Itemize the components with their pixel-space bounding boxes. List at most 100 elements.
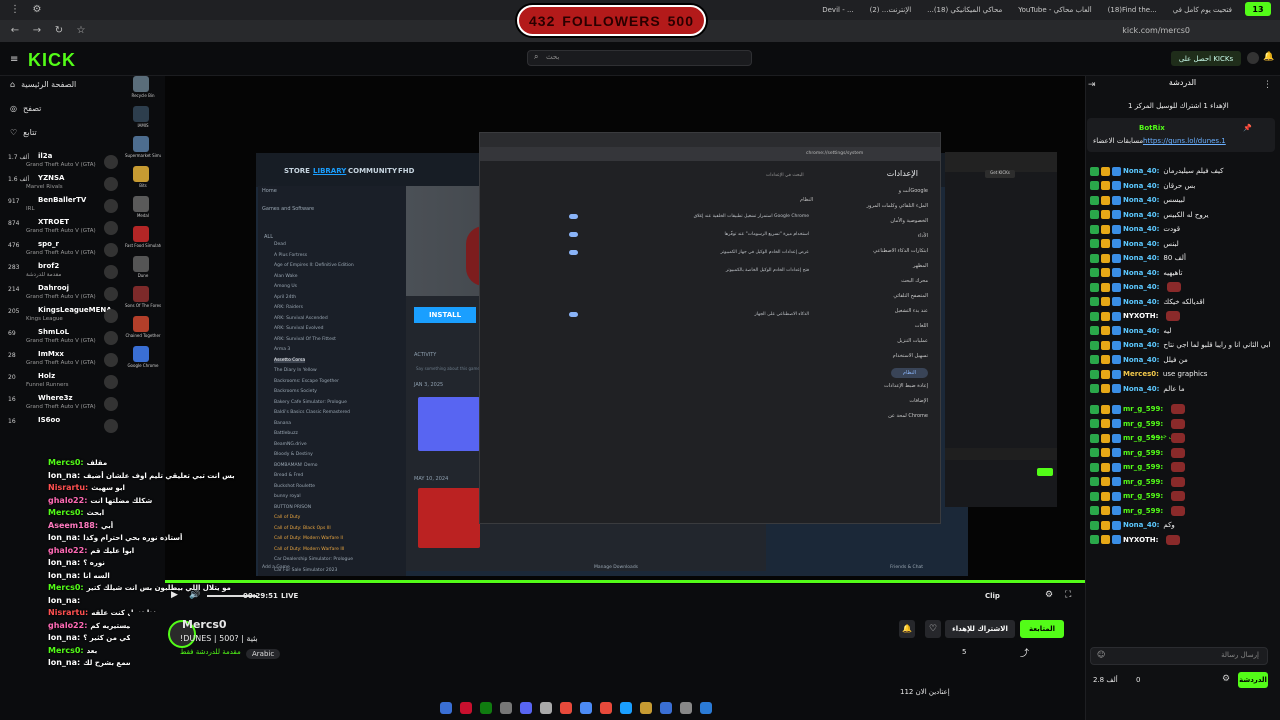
settings-nav-item[interactable]: لمحة عن Chrome (888, 413, 928, 419)
chat-username[interactable]: Nona_40: (1123, 196, 1159, 204)
steam-game-item[interactable]: BeamNG.drive (274, 442, 307, 447)
browser-menu-icon[interactable]: ⋮ (8, 3, 22, 17)
desktop-app-icon[interactable] (133, 196, 149, 212)
chat-username[interactable]: Nona_40: (1123, 182, 1159, 190)
chat-username[interactable]: mr_g_599: (1123, 492, 1163, 500)
steam-game-item[interactable]: Banana (274, 421, 291, 426)
steam-game-item[interactable]: The Diary In Yellow (274, 368, 317, 373)
steam-game-item[interactable]: Call of Duty (274, 515, 300, 520)
chat-gear-icon[interactable]: ⚙ (1222, 674, 1230, 684)
steam-filter[interactable]: Games and Software (262, 206, 314, 212)
settings-toggle[interactable] (569, 250, 578, 255)
steam-tab-library[interactable]: LIBRARY (313, 167, 346, 175)
settings-nav-item[interactable]: المتصفح التلقائي (893, 293, 928, 299)
taskbar-app-icon[interactable] (540, 702, 552, 714)
settings-nav-item[interactable]: المظهر (913, 263, 928, 269)
activity-input[interactable]: Say something about this game... (416, 366, 484, 371)
settings-nav-item[interactable]: اللغات (915, 323, 928, 329)
steam-game-item[interactable]: ARK: Survival Evolved (274, 326, 323, 331)
chat-username[interactable]: mr_g_599: (1123, 507, 1163, 515)
desktop-app-icon[interactable] (133, 136, 149, 152)
settings-nav-item[interactable]: الأداء (918, 233, 928, 239)
browser-tab[interactable]: فتحيت يوم كامل في (1165, 6, 1240, 14)
kick-logo[interactable]: KICK (28, 50, 76, 71)
channel-item[interactable]: 16 IS6oo (0, 416, 130, 438)
desktop-app-icon[interactable] (133, 346, 149, 362)
streamer-name[interactable]: Mercs0 (182, 618, 227, 631)
steam-game-item[interactable]: ARK: Survival Of The Fittest (274, 337, 336, 342)
heart-icon[interactable]: ♡ (925, 620, 941, 638)
settings-nav-item[interactable]: أنت وGoogle (899, 188, 928, 194)
desktop-app-icon[interactable] (133, 316, 149, 332)
settings-icon[interactable]: ⚙ (1045, 590, 1053, 600)
steam-game-item[interactable]: bunny royal (274, 494, 301, 499)
chat-username[interactable]: Nona_40: (1123, 211, 1159, 219)
chat-username[interactable]: Nona_40: (1123, 269, 1159, 277)
steam-game-item[interactable]: Call of Duty: Black Ops III (274, 526, 331, 531)
follow-button[interactable]: المتابعة (1020, 620, 1064, 638)
taskbar-app-icon[interactable] (480, 702, 492, 714)
chat-username[interactable]: Nona_40: (1123, 225, 1159, 233)
desktop-app-icon[interactable] (133, 166, 149, 182)
channel-item[interactable]: 16 Where3z Grand Theft Auto V (GTA) (0, 394, 130, 416)
chat-username[interactable]: Nona_40: (1123, 385, 1159, 393)
steam-game-item[interactable]: Battlebuzz (274, 431, 298, 436)
nav-following[interactable]: ♡ تتابع (10, 128, 37, 137)
chat-username[interactable]: mr_g_599: (1123, 420, 1163, 428)
chat-username[interactable]: Nona_40: (1123, 327, 1159, 335)
steam-game-item[interactable]: Assetto Corsa (274, 357, 306, 363)
channel-item[interactable]: 917 BenBallerTV IRL (0, 196, 130, 218)
chat-username[interactable]: Nona_40: (1123, 521, 1159, 529)
settings-toggle[interactable] (569, 312, 578, 317)
chat-username[interactable]: Nona_40: (1123, 254, 1159, 262)
steam-tab-store[interactable]: STORE (284, 167, 310, 175)
settings-nav-item[interactable]: الإضافات (909, 398, 928, 404)
reload-icon[interactable]: ↻ (52, 24, 66, 38)
forward-icon[interactable]: → (30, 24, 44, 38)
chat-username[interactable]: Nona_40: (1123, 283, 1159, 291)
settings-nav-item[interactable]: تسهيل الاستخدام (893, 353, 928, 359)
settings-icon[interactable]: ⚙ (30, 3, 44, 17)
channel-item[interactable]: 214 Dahrooj Grand Theft Auto V (GTA) (0, 284, 130, 306)
settings-nav-item[interactable]: إعادة ضبط الإعدادات (884, 383, 928, 389)
manage-downloads[interactable]: Manage Downloads (594, 565, 638, 570)
browser-tab[interactable]: (18)Find the... (1100, 6, 1165, 14)
chat-username[interactable]: mr_g_599: (1123, 405, 1163, 413)
settings-nav-item[interactable]: الخصوصية والأمان (890, 218, 928, 224)
chat-username[interactable]: Nona_40: (1123, 341, 1159, 349)
stream-progress-bar[interactable] (165, 580, 1085, 583)
emoji-icon[interactable]: ☺ (1097, 650, 1105, 659)
steam-game-item[interactable]: Car Dealership Simulator: Prologue (274, 557, 353, 562)
browser-tab[interactable]: YouTube - ألعاب محاكي (1010, 6, 1099, 14)
channel-item[interactable]: 874 XTROET Grand Theft Auto V (GTA) (0, 218, 130, 240)
channel-item[interactable]: 283 brof2 مقدمة للدردشة (0, 262, 130, 284)
settings-search[interactable]: البحث في الإعدادات (766, 173, 804, 178)
settings-nav-item[interactable]: محرك البحث (901, 278, 928, 284)
taskbar-app-icon[interactable] (560, 702, 572, 714)
settings-nav-item[interactable]: ابتكارات الذكاء الاصطناعي (873, 248, 928, 254)
steam-game-item[interactable]: Age of Empires II: Definitive Edition (274, 263, 354, 268)
steam-game-item[interactable]: Among Us (274, 284, 297, 289)
settings-url[interactable]: chrome://settings/system (806, 151, 863, 156)
subscribe-button[interactable]: الاشتراك للإهداء (945, 620, 1015, 638)
star-icon[interactable]: ☆ (74, 24, 88, 38)
chat-username[interactable]: Nona_40: (1123, 356, 1159, 364)
get-kicks-button[interactable]: احصل على KICKs (1171, 51, 1241, 66)
steam-game-item[interactable]: Backrooms: Escape Together (274, 379, 339, 384)
steam-tab-profile[interactable]: FHD (398, 167, 414, 175)
chat-username[interactable]: Nona_40: (1123, 298, 1159, 306)
taskbar-app-icon[interactable] (520, 702, 532, 714)
volume-icon[interactable]: 🔊 (189, 590, 200, 600)
pinned-link[interactable]: https://guns.lol/dunes.1 (1143, 137, 1226, 145)
desktop-app-icon[interactable] (133, 106, 149, 122)
steam-game-item[interactable]: BUTTON PRISON (274, 505, 311, 510)
channel-item[interactable]: 20 Holz Funnel Runners (0, 372, 130, 394)
url-text[interactable]: kick.com/mercs0 (1122, 26, 1190, 35)
desktop-app-icon[interactable] (133, 226, 149, 242)
taskbar-app-icon[interactable] (640, 702, 652, 714)
steam-game-item[interactable]: Bakery Cafe Simulator: Prologue (274, 400, 347, 405)
chat-username[interactable]: Nona_40: (1123, 240, 1159, 248)
chat-username[interactable]: mr_g_599: (1123, 449, 1163, 457)
chat-username[interactable]: mr_g_599: (1123, 478, 1163, 486)
settings-nav-item[interactable]: عمليات التنزيل (897, 338, 928, 344)
